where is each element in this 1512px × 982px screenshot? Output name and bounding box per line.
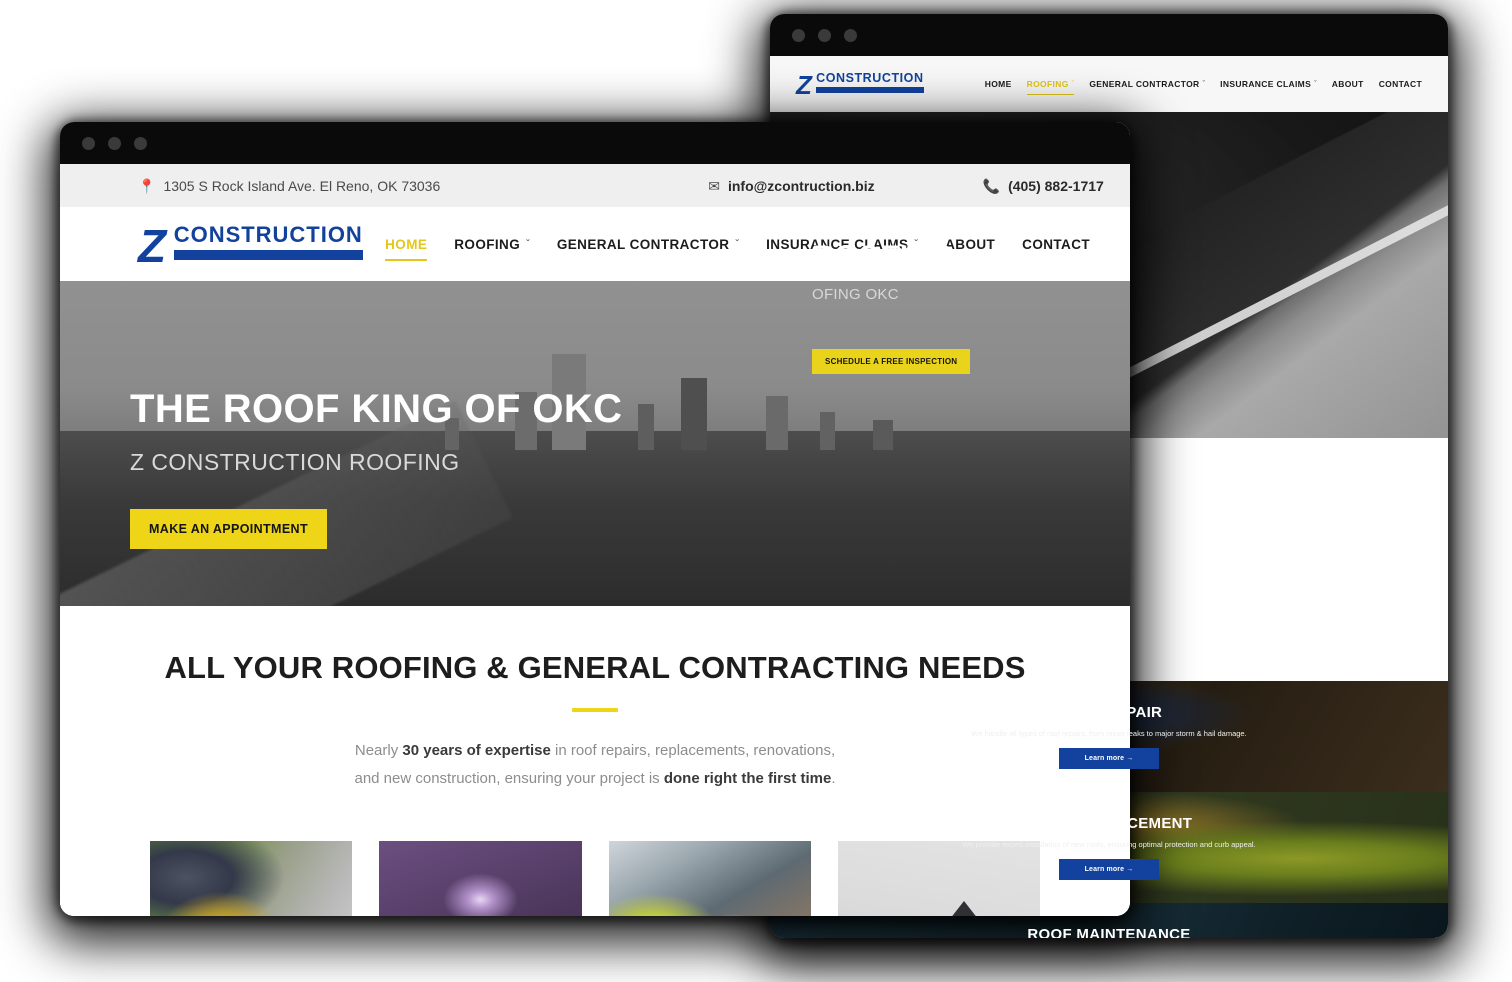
lead-text: and new construction, ensuring your proj…	[354, 769, 664, 787]
chevron-down-icon: ˇ	[1314, 80, 1317, 88]
phone-text: (405) 882-1717	[1008, 177, 1104, 194]
service-card-title: ROOF MAINTENANCE	[1027, 925, 1191, 938]
back-nav-label: INSURANCE CLAIMS	[1220, 79, 1312, 89]
lead-text: in roof repairs, replacements, renovatio…	[550, 742, 836, 759]
skyline-building	[637, 404, 654, 450]
skyline-building	[680, 378, 707, 450]
hero-title: THE ROOF KING OF OKC	[130, 387, 623, 431]
contact-topbar: 📍 1305 S Rock Island Ave. El Reno, OK 73…	[60, 164, 1130, 207]
chevron-down-icon: ˇ	[1202, 80, 1206, 88]
chevron-down-icon: ˇ	[735, 238, 740, 250]
maximize-dot-icon[interactable]	[134, 136, 147, 150]
logo-underbar	[173, 249, 363, 260]
back-hero-subtitle: OFING OKC	[812, 286, 899, 303]
nav-label: CONTACT	[1022, 236, 1090, 252]
back-nav-label: GENERAL CONTRACTOR	[1089, 79, 1200, 89]
nav-label: HOME	[385, 236, 428, 252]
heading-divider	[572, 708, 618, 712]
nav-item-general-contractor[interactable]: GENERAL CONTRACTOR ˇ	[557, 237, 739, 252]
nav-item-home[interactable]: HOME	[385, 236, 428, 261]
back-nav-label: ROOFING	[1026, 79, 1069, 89]
chevron-down-icon: ˇ	[1071, 80, 1075, 88]
close-dot-icon[interactable]	[82, 136, 95, 150]
envelope-icon: ✉	[708, 177, 720, 194]
service-card-description: We provide expert installation of new ro…	[962, 839, 1256, 849]
address-block[interactable]: 📍 1305 S Rock Island Ave. El Reno, OK 73…	[138, 178, 440, 194]
minimize-dot-icon[interactable]	[108, 136, 121, 150]
skyline-building	[766, 396, 789, 450]
address-text: 1305 S Rock Island Ave. El Reno, OK 7303…	[163, 177, 441, 194]
section-lead-paragraph: Nearly 30 years of expertise in roof rep…	[60, 737, 1130, 793]
screenshot-stage: Z CONSTRUCTION HOME ROOFING ˇ GENERAL CO…	[0, 0, 1512, 982]
back-nav-label: HOME	[984, 79, 1012, 89]
phone-block[interactable]: 📞 (405) 882-1717	[983, 178, 1104, 194]
service-card-title: ROOF REPAIR	[1055, 703, 1163, 721]
back-nav-label: CONTACT	[1378, 79, 1422, 89]
back-nav-label: ABOUT	[1331, 79, 1364, 89]
logo-wordmark: CONSTRUCTION	[816, 71, 924, 86]
service-card-description: We handle all types of roof repairs, fro…	[971, 728, 1247, 738]
minimize-dot-icon[interactable]	[818, 28, 831, 42]
hero-subtitle: Z CONSTRUCTION ROOFING	[130, 449, 460, 475]
logo-underbar	[816, 86, 924, 93]
front-window-titlebar[interactable]	[60, 122, 1130, 164]
learn-more-button[interactable]: Learn more →	[1058, 748, 1160, 770]
gallery-card-lightning[interactable]	[379, 840, 582, 916]
lead-emphasis: 30 years of expertise	[402, 742, 551, 759]
back-site-header: Z CONSTRUCTION HOME ROOFING ˇ GENERAL CO…	[770, 56, 1448, 112]
gallery-card-nail-gun[interactable]	[150, 840, 353, 916]
phone-icon: 📞	[982, 177, 1001, 194]
close-dot-icon[interactable]	[792, 28, 805, 42]
make-an-appointment-button[interactable]: MAKE AN APPOINTMENT	[130, 509, 327, 549]
nav-item-contact[interactable]: CONTACT	[1022, 237, 1090, 252]
back-window-titlebar[interactable]	[770, 14, 1448, 56]
front-site-nav[interactable]: HOME ROOFING ˇ GENERAL CONTRACTOR ˇ INSU…	[385, 236, 1110, 261]
lead-text: Nearly	[354, 742, 403, 759]
back-nav-item-contact[interactable]: CONTACT	[1379, 79, 1422, 89]
chevron-down-icon: ˇ	[526, 238, 530, 250]
logo-z-mark: Z	[138, 219, 166, 272]
back-site-logo[interactable]: Z CONSTRUCTION	[796, 69, 924, 100]
section-heading: ALL YOUR ROOFING & GENERAL CONTRACTING N…	[164, 650, 1026, 685]
lead-line-1: Nearly 30 years of expertise in roof rep…	[60, 737, 1130, 765]
nav-item-roofing[interactable]: ROOFING ˇ	[454, 237, 530, 252]
back-nav-item-roofing[interactable]: ROOFING ˇ	[1026, 79, 1075, 95]
learn-more-button[interactable]: Learn more →	[1058, 859, 1160, 881]
maximize-dot-icon[interactable]	[844, 28, 857, 42]
skyline-building	[873, 420, 894, 450]
back-site-nav[interactable]: HOME ROOFING ˇ GENERAL CONTRACTOR ˇ INSU…	[985, 79, 1422, 95]
gallery-card-workers[interactable]	[608, 840, 811, 916]
lead-line-2: and new construction, ensuring your proj…	[60, 765, 1130, 793]
email-block[interactable]: ✉ info@zcontruction.biz	[708, 178, 874, 194]
email-text: info@zcontruction.biz	[727, 177, 875, 194]
nav-label: GENERAL CONTRACTOR	[556, 236, 730, 252]
location-pin-icon: 📍	[138, 177, 156, 194]
schedule-free-inspection-button[interactable]: SCHEDULE A FREE INSPECTION	[812, 349, 971, 374]
back-nav-item-insurance-claims[interactable]: INSURANCE CLAIMS ˇ	[1220, 79, 1317, 89]
lead-text: .	[831, 769, 836, 787]
skyline-building	[819, 412, 835, 450]
nav-label: ROOFING	[454, 236, 521, 252]
back-nav-item-about[interactable]: ABOUT	[1332, 79, 1364, 89]
back-nav-item-home[interactable]: HOME	[985, 79, 1012, 89]
lead-emphasis: done right the first time	[663, 769, 832, 787]
front-site-logo[interactable]: Z CONSTRUCTION	[138, 219, 363, 272]
logo-wordmark: CONSTRUCTION	[173, 221, 363, 247]
service-card-title: ROOF REPLACEMENT	[1025, 814, 1193, 832]
logo-z-mark: Z	[796, 69, 812, 100]
back-nav-item-general-contractor[interactable]: GENERAL CONTRACTOR ˇ	[1089, 79, 1205, 89]
back-hero-title: ROOFING	[812, 240, 955, 273]
